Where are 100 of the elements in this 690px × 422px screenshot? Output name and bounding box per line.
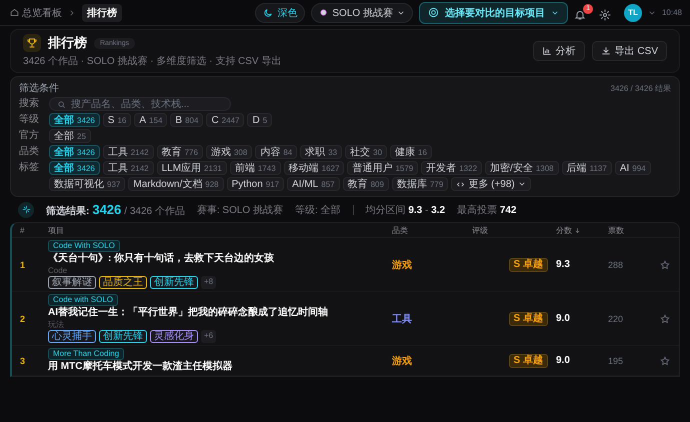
page-subtitle: 3426 个作品 · SOLO 挑战赛 · 多维度筛选 · 支持 CSV 导出 bbox=[23, 54, 282, 68]
filter-chip[interactable]: 数据可视化 937 bbox=[49, 177, 126, 191]
filter-chip[interactable]: 移动端 1627 bbox=[284, 161, 344, 175]
export-button[interactable]: 导出 CSV bbox=[592, 41, 667, 61]
analysis-button[interactable]: 分析 bbox=[532, 41, 585, 61]
score-range: 均分区间 9.3 - 3.2 bbox=[366, 204, 446, 216]
track-tag: More Than Coding bbox=[48, 348, 124, 360]
chart-icon bbox=[542, 46, 552, 56]
award-tag: 创新先锋 bbox=[150, 276, 198, 289]
grade-text: 等级: 全部 bbox=[294, 204, 341, 216]
vote-count: 195 bbox=[608, 356, 624, 366]
project-subtitle: Code bbox=[48, 266, 68, 275]
target-icon bbox=[428, 7, 439, 18]
more-tags-button[interactable]: 更多 (+98) bbox=[451, 177, 531, 191]
sparkle-icon bbox=[18, 202, 34, 218]
column-header[interactable]: 票数 bbox=[608, 224, 660, 236]
bell-icon bbox=[574, 8, 586, 20]
chevron-right-icon bbox=[68, 8, 76, 16]
settings-icon bbox=[598, 8, 611, 20]
filter-chip[interactable]: 前端 1743 bbox=[230, 161, 281, 175]
filter-chip[interactable]: 开发者 1322 bbox=[421, 161, 482, 175]
filter-chip[interactable]: 数据库 779 bbox=[392, 177, 448, 191]
filter-chip[interactable]: 普通用户 1579 bbox=[347, 161, 418, 175]
award-tag: 创新先锋 bbox=[99, 330, 147, 343]
theme-toggle[interactable]: 深色 bbox=[255, 2, 306, 22]
filter-chip[interactable]: S 16 bbox=[102, 113, 132, 127]
vote-count: 288 bbox=[608, 260, 624, 270]
star-icon bbox=[660, 356, 670, 366]
award-tag: 灵感化身 bbox=[150, 330, 198, 343]
column-header[interactable]: 分数 bbox=[556, 224, 608, 236]
filter-label: 等级 bbox=[19, 113, 40, 127]
filter-chip[interactable]: 教育 776 bbox=[156, 145, 203, 159]
compare-select[interactable]: 选择要对比的目标项目 bbox=[418, 2, 568, 24]
rating-badge: S 卓越 bbox=[508, 312, 548, 326]
event-select[interactable]: SOLO 挑战赛 bbox=[311, 2, 413, 22]
filter-chip[interactable]: 全部 3426 bbox=[49, 113, 100, 127]
project-subtitle: 玩法 bbox=[48, 320, 64, 329]
track-tag: Code with SOLO bbox=[48, 294, 118, 306]
more-count: +8 bbox=[201, 276, 216, 289]
filter-chip[interactable]: 教育 809 bbox=[342, 177, 389, 191]
filter-chip[interactable]: 内容 84 bbox=[255, 145, 298, 159]
chevron-down-icon bbox=[518, 180, 526, 188]
score-text: 9.3 bbox=[556, 259, 571, 270]
filter-chip[interactable]: 工具 2142 bbox=[102, 145, 154, 159]
filter-label: 搜索 bbox=[19, 97, 40, 111]
category-text: 游戏 bbox=[392, 258, 413, 272]
more-count: +6 bbox=[201, 330, 216, 343]
rank-number: 3 bbox=[19, 356, 26, 366]
filter-chip[interactable]: AI 994 bbox=[614, 161, 651, 175]
column-header[interactable]: 品类 bbox=[392, 224, 472, 236]
filter-chip[interactable]: 社交 30 bbox=[345, 145, 388, 159]
project-title[interactable]: AI替我记住一生：「平行世界」把我的碎碎念酿成了追忆时间轴 bbox=[48, 307, 328, 319]
total-count: / 3426 个作品 bbox=[124, 204, 185, 218]
search-icon bbox=[57, 100, 66, 108]
track-tag: Code With SOLO bbox=[48, 240, 120, 252]
page-title: 排行榜 bbox=[48, 34, 87, 52]
filter-chip[interactable]: B 804 bbox=[170, 113, 204, 127]
filter-chip[interactable]: 健康 16 bbox=[390, 145, 432, 159]
filter-chip[interactable]: D 5 bbox=[247, 113, 272, 127]
filter-chip[interactable]: AI/ML 857 bbox=[287, 177, 340, 191]
filter-title: 筛选条件 bbox=[19, 82, 59, 95]
code-icon bbox=[456, 180, 466, 188]
filter-chip[interactable]: 全部 3426 bbox=[49, 145, 100, 159]
rating-badge: S 卓越 bbox=[508, 258, 548, 272]
column-header[interactable]: # bbox=[12, 226, 48, 234]
filter-chip[interactable]: C 2447 bbox=[206, 113, 244, 127]
filter-chip[interactable]: 全部 3426 bbox=[49, 161, 100, 175]
filter-label: 标签 bbox=[19, 161, 40, 175]
filter-chip[interactable]: 游戏 308 bbox=[206, 145, 252, 159]
filter-chip[interactable]: LLM应用 2131 bbox=[156, 161, 227, 175]
category-text: 工具 bbox=[392, 312, 413, 326]
filter-chip[interactable]: 全部 25 bbox=[49, 129, 91, 143]
column-header[interactable]: 评级 bbox=[472, 224, 556, 236]
moon-icon bbox=[263, 8, 274, 18]
filter-chip[interactable]: 工具 2142 bbox=[102, 161, 154, 175]
filter-chip[interactable]: 后端 1137 bbox=[562, 161, 612, 175]
summary-label: 筛选结果: bbox=[46, 204, 90, 218]
breadcrumb-current: 排行榜 bbox=[82, 4, 122, 22]
filter-chip[interactable]: 加密/安全 1308 bbox=[485, 161, 559, 175]
result-count: 3426 / 3426 结果 bbox=[610, 82, 671, 94]
filter-chip[interactable]: Python 917 bbox=[226, 177, 284, 191]
star-icon bbox=[660, 314, 670, 324]
category-text: 游戏 bbox=[392, 354, 413, 368]
event-text: 赛事: SOLO 挑战赛 bbox=[196, 204, 283, 216]
filter-chip[interactable]: A 154 bbox=[134, 113, 168, 127]
trophy-icon bbox=[23, 34, 41, 52]
breadcrumb-link[interactable]: 总览看板 bbox=[10, 6, 62, 20]
rating-badge: S 卓越 bbox=[508, 354, 548, 368]
filter-label: 品类 bbox=[19, 145, 40, 159]
award-tag: 品质之王 bbox=[99, 276, 147, 289]
filter-chip[interactable]: Markdown/文档 928 bbox=[128, 177, 224, 191]
project-title[interactable]: 《天台十句》: 你只有十句话，去救下天台边的女孩 bbox=[48, 253, 274, 265]
column-header[interactable]: 项目 bbox=[48, 224, 392, 236]
rank-number: 2 bbox=[19, 314, 26, 324]
vote-count: 220 bbox=[608, 314, 624, 324]
rank-number: 1 bbox=[19, 260, 26, 270]
star-icon bbox=[660, 260, 670, 270]
result-count: 3426 bbox=[92, 202, 122, 216]
project-title[interactable]: 用 MTC摩托车模式开发一款渣主任模拟器 bbox=[48, 361, 232, 373]
filter-chip[interactable]: 求职 33 bbox=[300, 145, 342, 159]
